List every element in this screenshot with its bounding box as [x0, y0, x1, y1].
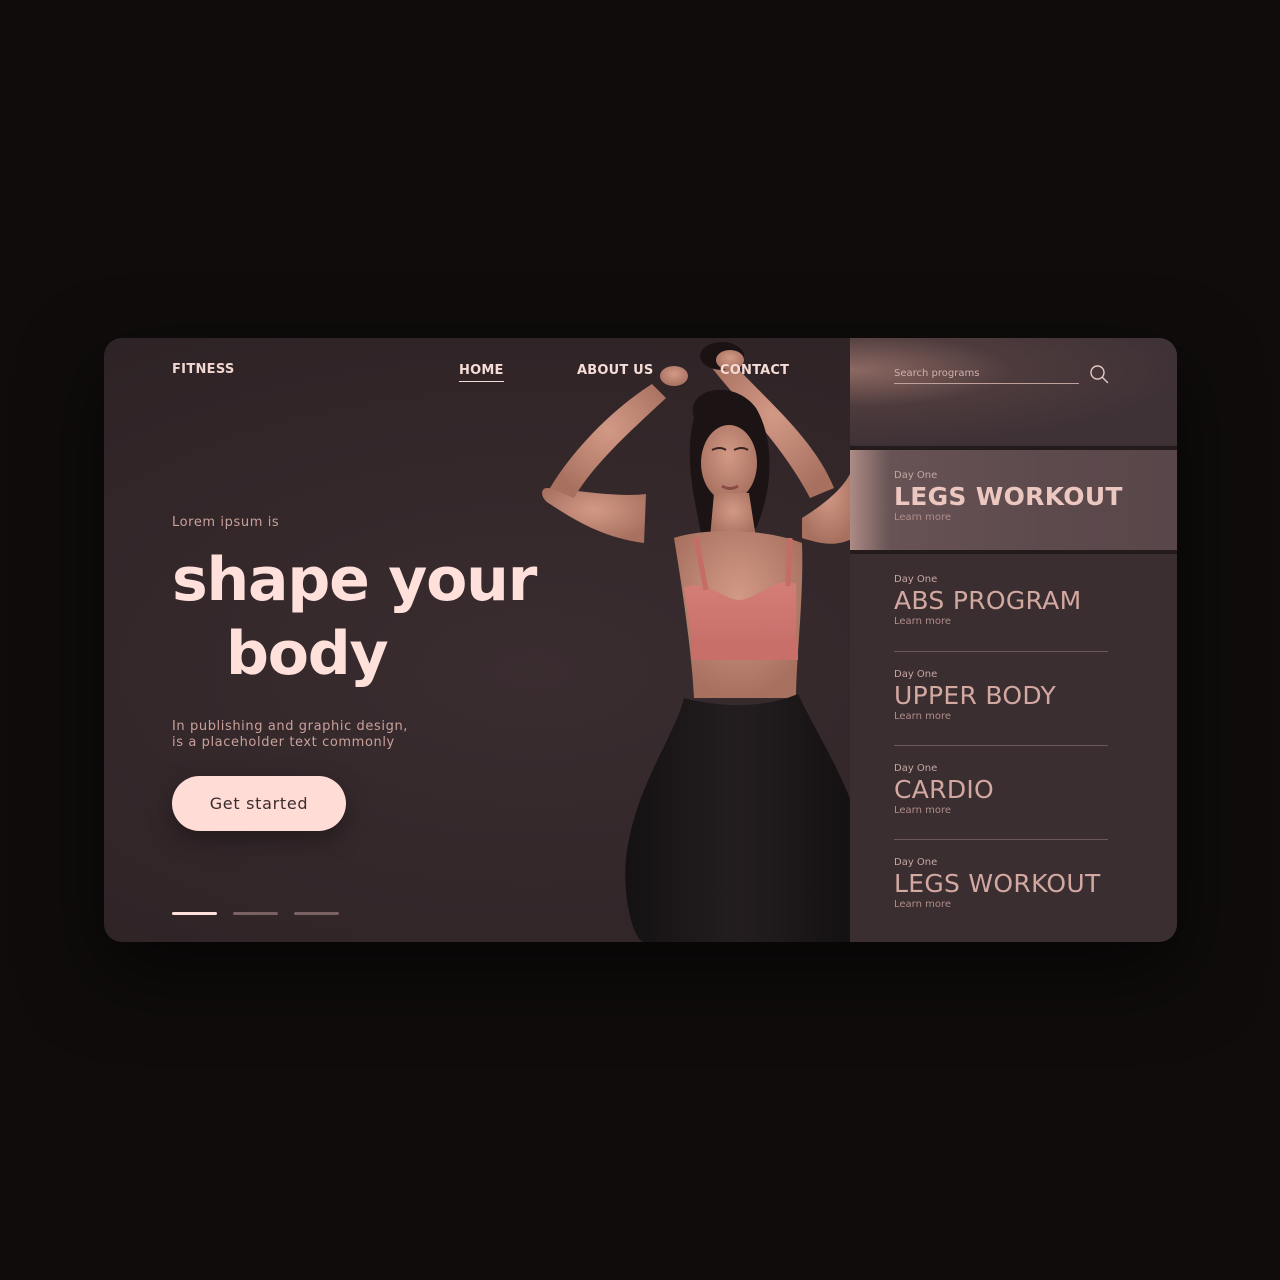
- program-title: ABS PROGRAM: [894, 586, 1082, 615]
- hero-headline-line2: body: [226, 619, 389, 689]
- program-title: LEGS WORKOUT: [894, 869, 1101, 898]
- learn-more-link[interactable]: Learn more: [894, 512, 1108, 524]
- program-item[interactable]: Day One LEGS WORKOUT Learn more: [894, 857, 1108, 911]
- hero-description-line2: is a placeholder text commonly: [172, 735, 395, 750]
- program-item[interactable]: Day One LEGS WORKOUT Learn more: [894, 470, 1123, 524]
- program-item[interactable]: Day One ABS PROGRAM Learn more: [894, 574, 1108, 628]
- search-icon[interactable]: [1089, 364, 1109, 384]
- brand-logo[interactable]: FITNESS: [172, 362, 235, 377]
- slider-dot[interactable]: [172, 912, 217, 915]
- hero-photo-athlete: [542, 342, 854, 942]
- learn-more-link[interactable]: Learn more: [894, 899, 1108, 911]
- slider-dot[interactable]: [233, 912, 278, 915]
- nav-contact[interactable]: CONTACT: [720, 363, 789, 378]
- landing-card: FITNESS HOME ABOUT US CONTACT Lorem ipsu…: [104, 338, 1177, 942]
- hero-description: In publishing and graphic design, is a p…: [172, 719, 408, 751]
- program-day-label: Day One: [894, 470, 938, 481]
- slider-indicator: [172, 912, 339, 915]
- program-divider: [894, 745, 1108, 746]
- programs-panel: Day One LEGS WORKOUT Learn more Day One …: [850, 338, 1177, 942]
- hero-headline-line1: shape your: [172, 545, 537, 615]
- learn-more-link[interactable]: Learn more: [894, 616, 1108, 628]
- get-started-button[interactable]: Get started: [172, 776, 346, 831]
- program-day-label: Day One: [894, 574, 938, 585]
- program-day-label: Day One: [894, 669, 938, 680]
- program-item-active[interactable]: Day One LEGS WORKOUT Learn more: [850, 450, 1177, 550]
- search-area: [850, 338, 1177, 445]
- program-title: LEGS WORKOUT: [894, 482, 1123, 511]
- program-day-label: Day One: [894, 763, 938, 774]
- hero-eyebrow: Lorem ipsum is: [172, 515, 280, 530]
- hero-headline: shape your body: [172, 543, 537, 691]
- program-item[interactable]: Day One UPPER BODY Learn more: [894, 669, 1108, 723]
- program-divider: [894, 651, 1108, 652]
- program-day-label: Day One: [894, 857, 938, 868]
- program-item[interactable]: Day One CARDIO Learn more: [894, 763, 1108, 817]
- program-title: CARDIO: [894, 775, 995, 804]
- learn-more-link[interactable]: Learn more: [894, 805, 1108, 817]
- search-programs-input[interactable]: [894, 365, 1079, 384]
- nav-home[interactable]: HOME: [459, 363, 504, 382]
- hero-description-line1: In publishing and graphic design,: [172, 719, 409, 734]
- program-title: UPPER BODY: [894, 681, 1057, 710]
- program-divider: [894, 839, 1108, 840]
- slider-dot[interactable]: [294, 912, 339, 915]
- learn-more-link[interactable]: Learn more: [894, 711, 1108, 723]
